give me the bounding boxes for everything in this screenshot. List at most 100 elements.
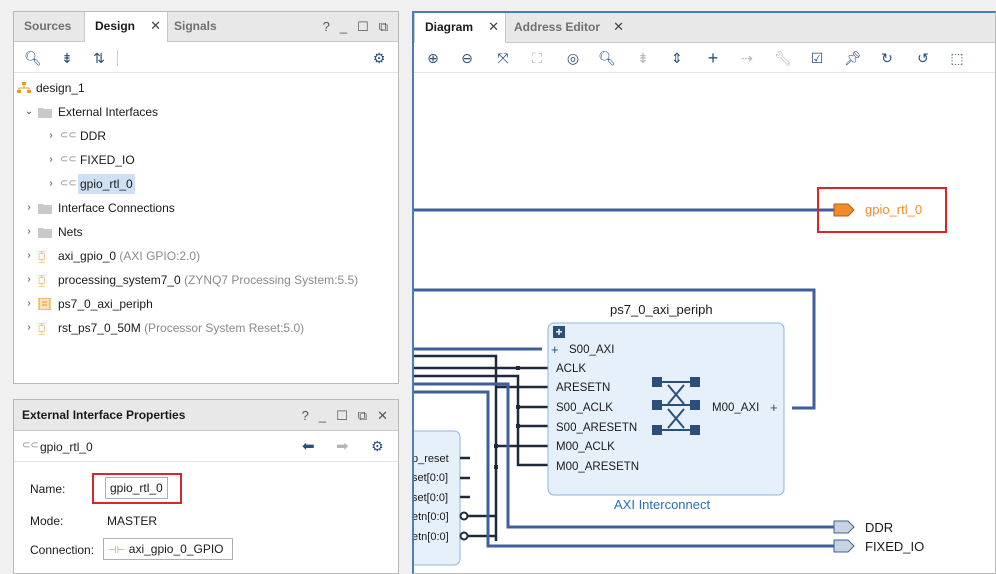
help-icon[interactable]: ?	[323, 19, 330, 35]
design-toolbar: 🔍︎ ⇟ ⇅ ⚙	[14, 43, 398, 73]
properties-object-bar: ⊂⊂ gpio_rtl_0 ⬅ ➡ ⚙	[14, 432, 398, 462]
hierarchy-icon	[17, 82, 31, 93]
reset-block[interactable]: p_reset set[0:0] set[0:0] etn[0:0] etn[0…	[414, 430, 470, 566]
minimize-icon[interactable]: _	[340, 19, 347, 35]
chevron-right-icon[interactable]: ›	[46, 126, 56, 146]
tree-nets[interactable]: › Nets	[14, 222, 394, 242]
minimize-icon[interactable]: _	[319, 408, 326, 424]
interface-port-icon: ⊣⊢	[108, 545, 126, 556]
pin-s00-aclk: S00_ACLK	[556, 402, 613, 414]
folder-icon	[38, 204, 52, 214]
chevron-right-icon[interactable]: ›	[24, 270, 34, 290]
gear-icon[interactable]: ⚙	[371, 438, 384, 455]
properties-object-name: gpio_rtl_0	[40, 440, 93, 454]
reset-pin-label: set[0:0]	[414, 492, 448, 504]
tree-item-label: FIXED_IO	[80, 153, 135, 167]
float-icon[interactable]: ⧉	[379, 19, 388, 35]
tree-item-ddr[interactable]: › ⊂⊂ DDR	[14, 126, 394, 146]
connection-value: axi_gpio_0_GPIO	[128, 542, 224, 556]
svg-text:+: +	[556, 325, 563, 339]
tree-axi-gpio[interactable]: › ⧮ axi_gpio_0 (AXI GPIO:2.0)	[14, 246, 394, 266]
chevron-right-icon[interactable]: ›	[24, 222, 34, 242]
chevron-right-icon[interactable]: ›	[46, 150, 56, 170]
pin-m00-aclk: M00_ACLK	[556, 441, 615, 453]
reset-pin-label: etn[0:0]	[414, 531, 449, 543]
design-tabbar: Sources Design ✕ Signals ? _ ☐ ⧉	[14, 12, 398, 42]
close-icon[interactable]: ✕	[377, 408, 388, 424]
back-arrow-icon[interactable]: ⬅	[302, 437, 315, 455]
tree-root-label: design_1	[36, 81, 85, 95]
properties-panel: External Interface Properties ? _ ☐ ⧉ ✕ …	[13, 399, 399, 574]
tree-item-label: processing_system7_0 (ZYNQ7 Processing S…	[58, 270, 358, 290]
pin-s00-axi: S00_AXI	[569, 344, 614, 356]
ip-core-icon: ⧮	[38, 321, 46, 335]
chevron-right-icon[interactable]: ›	[24, 198, 34, 218]
tree-item-gpio[interactable]: › ⊂⊂ gpio_rtl_0	[14, 174, 394, 194]
tree-item-label: Nets	[58, 225, 83, 239]
interface-port-icon: ⊂⊂	[60, 154, 77, 165]
chevron-right-icon[interactable]: ›	[24, 294, 34, 314]
tree-item-label-selected: gpio_rtl_0	[78, 174, 135, 194]
chevron-right-icon[interactable]: ›	[46, 174, 56, 194]
design-panel: Sources Design ✕ Signals ? _ ☐ ⧉ 🔍︎ ⇟ ⇅ …	[13, 11, 399, 384]
reset-pin-label: set[0:0]	[414, 472, 448, 484]
ip-name: axi_gpio_0	[58, 249, 117, 263]
close-icon[interactable]: ✕	[150, 12, 161, 40]
tree-interface-connections[interactable]: › Interface Connections	[14, 198, 394, 218]
tree-ps7[interactable]: › ⧮ processing_system7_0 (ZYNQ7 Processi…	[14, 270, 394, 290]
ip-type: (ZYNQ7 Processing System:5.5)	[184, 273, 359, 287]
gpio-port[interactable]: gpio_rtl_0	[833, 202, 922, 217]
tree-periph[interactable]: › ps7_0_axi_periph	[14, 294, 394, 314]
tree-item-label: axi_gpio_0 (AXI GPIO:2.0)	[58, 246, 200, 266]
connection-field[interactable]: ⊣⊢ axi_gpio_0_GPIO	[103, 538, 233, 560]
axi-interconnect-block[interactable]: + + S00_AXI ACLK ARESETN S00_ACLK S00_AR…	[547, 322, 785, 512]
tab-design-label: Design	[95, 19, 136, 33]
tab-design[interactable]: Design ✕	[84, 12, 168, 42]
chevron-down-icon[interactable]: ⌄	[24, 102, 34, 122]
float-icon[interactable]: ⧉	[358, 408, 367, 424]
properties-header: External Interface Properties ? _ ☐ ⧉ ✕	[14, 400, 398, 431]
tab-sources[interactable]: Sources	[14, 12, 80, 42]
reset-pin-label: p_reset	[414, 453, 449, 465]
highlight-box	[92, 473, 182, 504]
tab-signals[interactable]: Signals	[164, 12, 234, 42]
connection-label: Connection:	[30, 543, 95, 557]
interface-port-icon: ⊂⊂	[60, 130, 77, 141]
tree-item-label: DDR	[80, 129, 106, 143]
tree-root[interactable]: design_1	[14, 78, 394, 98]
mode-value: MASTER	[107, 514, 158, 528]
diagram-panel: Diagram ✕ Address Editor ✕ ⊕ ⊖ ⤧ ⛶ ◎ 🔍︎ …	[412, 11, 996, 574]
gear-icon[interactable]: ⚙	[370, 49, 388, 67]
ddr-port[interactable]: DDR	[833, 520, 893, 535]
maximize-icon[interactable]: ☐	[336, 408, 348, 424]
chevron-right-icon[interactable]: ›	[24, 246, 34, 266]
ip-core-icon: ⧮	[38, 249, 46, 263]
pin-aclk: ACLK	[556, 363, 586, 375]
pin-m00-aresetn: M00_ARESETN	[556, 461, 639, 473]
interface-port-icon: ⊂⊂	[60, 178, 77, 189]
ip-name: processing_system7_0	[58, 273, 181, 287]
help-icon[interactable]: ?	[302, 408, 309, 424]
expand-all-icon[interactable]: ⇅	[90, 49, 108, 67]
forward-arrow-icon[interactable]: ➡	[336, 437, 349, 455]
fixed-io-port[interactable]: FIXED_IO	[833, 539, 924, 554]
pin-aresetn: ARESETN	[556, 382, 610, 394]
maximize-icon[interactable]: ☐	[357, 19, 369, 35]
tree-rst[interactable]: › ⧮ rst_ps7_0_50M (Processor System Rese…	[14, 318, 394, 338]
gpio-port-label: gpio_rtl_0	[865, 202, 922, 217]
chevron-right-icon[interactable]: ›	[24, 318, 34, 338]
panel-window-buttons: ? _ ☐ ⧉ ✕	[302, 408, 388, 424]
folder-icon	[38, 108, 52, 118]
tree-item-fixed-io[interactable]: › ⊂⊂ FIXED_IO	[14, 150, 394, 170]
collapse-all-icon[interactable]: ⇟	[58, 49, 76, 67]
tree-item-label: Interface Connections	[58, 201, 175, 215]
tree-external-interfaces[interactable]: ⌄ External Interfaces	[14, 102, 394, 122]
tree-item-label: rst_ps7_0_50M (Processor System Reset:5.…	[58, 318, 304, 338]
pin-s00-aresetn: S00_ARESETN	[556, 422, 637, 434]
interconnect-instance-name: ps7_0_axi_periph	[610, 302, 713, 317]
ddr-port-label: DDR	[865, 520, 893, 535]
ip-core-icon: ⧮	[38, 273, 46, 287]
tree-item-label: ps7_0_axi_periph	[58, 297, 153, 311]
search-icon[interactable]: 🔍︎	[24, 49, 42, 67]
ip-name: rst_ps7_0_50M	[58, 321, 141, 335]
